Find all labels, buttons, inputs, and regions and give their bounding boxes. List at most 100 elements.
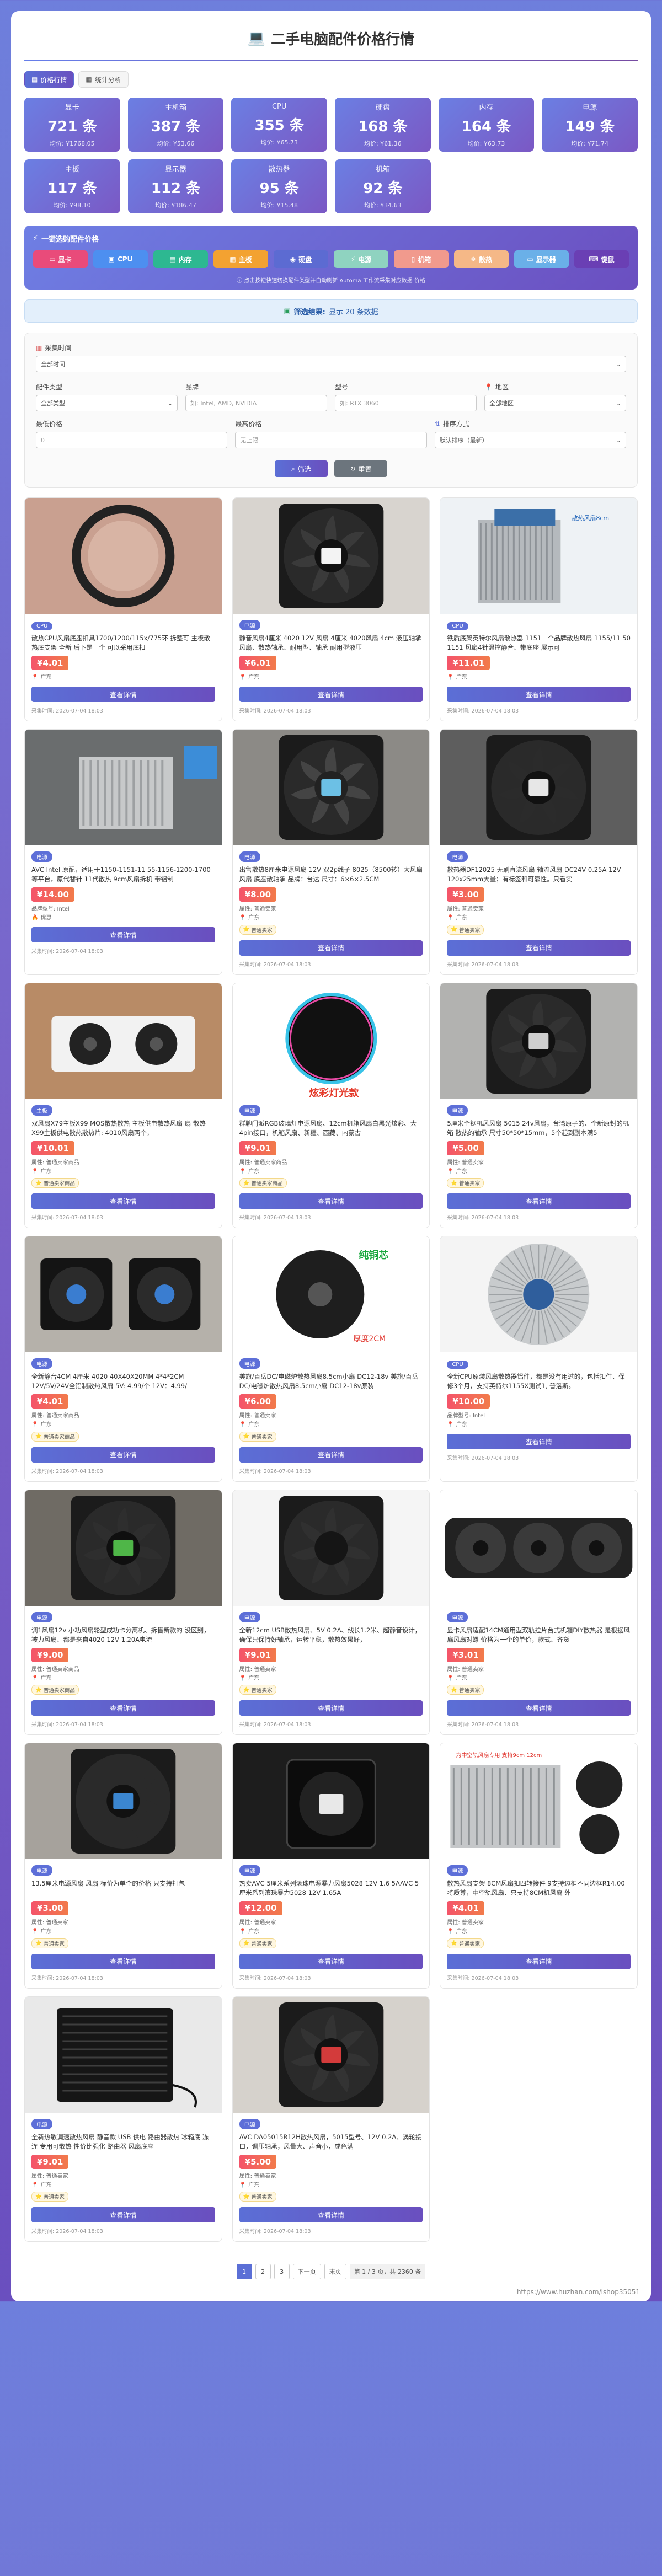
product-title[interactable]: 铁质底架英特尔风扇散热器 1151二个品牌散热风扇 1155/11 50 115…	[447, 634, 631, 652]
page-button[interactable]: 末页	[324, 2264, 346, 2279]
filter-panel: ▥ 采集时间 全部时间 ⌄ 配件类型 全部类型 ⌄ 品牌 如: Intel, AMD,…	[24, 333, 638, 488]
seller-info: 属性: 普通卖家	[239, 1413, 276, 1419]
product-title[interactable]: 5厘米全钢机风风扇 5015 24v风扇，台湾原子的、全新原封的机箱 散热的轴承…	[447, 1119, 631, 1138]
product-image[interactable]	[440, 983, 637, 1099]
quick-button[interactable]: ◉ 硬盘	[274, 250, 328, 268]
seller-tag: ⭐ 普通卖家	[31, 2192, 68, 2202]
region-select[interactable]: 全部地区 ⌄	[484, 395, 626, 411]
time-select[interactable]: 全部时间 ⌄	[36, 356, 626, 372]
model-input[interactable]: 如: RTX 3060	[335, 395, 477, 411]
brand-label: 品牌	[185, 383, 199, 391]
product-image[interactable]	[25, 1236, 222, 1352]
product-image[interactable]	[25, 730, 222, 845]
product-title[interactable]: 热卖AVC 5厘米系列滚珠电源暴力风扇5028 12V 1.6 5AAVC 5厘…	[239, 1879, 423, 1898]
product-title[interactable]: AVC DA05015R12H散热风扇，5015型号、12V 0.2A、涡轮接口…	[239, 2133, 423, 2151]
quick-button[interactable]: ⌨ 键鼠	[574, 250, 629, 268]
view-detail-button[interactable]: 查看详情	[31, 927, 215, 942]
product-image[interactable]: 炫彩灯光款	[232, 983, 430, 1099]
max-price-input[interactable]: 无上限	[235, 432, 427, 448]
product-title[interactable]: 13.5厘米电源风扇 风扇 标价为单个的价格 只支持打包	[31, 1879, 215, 1898]
product-title[interactable]: 静音风扇4厘米 4020 12V 风扇 4厘米 4020风扇 4cm 液压轴承风…	[239, 634, 423, 652]
product-image[interactable]	[25, 1996, 222, 2113]
quick-tip-text: 点击按钮快速切换配件类型并自动刷新 Automa 工作流采集对应数据 价格	[244, 278, 425, 284]
seller-tag: ⭐ 普通卖家商品	[31, 1431, 79, 1442]
product-title[interactable]: 散热风扇支架 8CM风扇扣四转接件 9支持边框不同边框R14.00 将质尊，中空…	[447, 1879, 631, 1898]
view-detail-button[interactable]: 查看详情	[447, 1953, 631, 1969]
quick-button[interactable]: ❄ 散热	[454, 250, 509, 268]
product-image[interactable]	[440, 1490, 637, 1606]
product-image[interactable]: 散热风扇8cm	[440, 498, 637, 614]
product-title[interactable]: 群聊门派RGB玻璃灯电源风扇、12cm机箱风扇白黑光炫彩、大 4pin接口，机箱…	[239, 1119, 423, 1138]
page-button[interactable]: 3	[274, 2264, 290, 2279]
view-detail-button[interactable]: 查看详情	[31, 1700, 215, 1716]
view-detail-button[interactable]: 查看详情	[31, 1953, 215, 1969]
quick-select-panel: ⚡ 一键选购配件价格 ▭ 显卡 ▣ CPU ▤ 内存 ▦ 主板 ◉ 硬盘 ⚡ 电源 ▯ 机箱 ❄ 散热 ▭ 显示器…	[24, 226, 638, 290]
tab-stats[interactable]: ▦ 统计分析	[78, 71, 129, 88]
min-price-input[interactable]: 0	[36, 432, 228, 448]
view-detail-button[interactable]: 查看详情	[31, 2207, 215, 2222]
product-image[interactable]	[232, 1490, 430, 1606]
view-detail-button[interactable]: 查看详情	[447, 1700, 631, 1716]
quick-button[interactable]: ▣ CPU	[93, 250, 148, 268]
product-image[interactable]	[440, 1236, 637, 1352]
view-detail-button[interactable]: 查看详情	[447, 1434, 631, 1449]
view-detail-button[interactable]: 查看详情	[447, 1193, 631, 1209]
view-detail-button[interactable]: 查看详情	[239, 2207, 423, 2222]
product-title[interactable]: 出售散热8厘米电源风扇 12V 双2p线子 8025（8500转）大风扇风扇 底…	[239, 865, 423, 884]
product-image[interactable]	[232, 498, 430, 614]
view-detail-button[interactable]: 查看详情	[31, 687, 215, 702]
product-image[interactable]	[25, 498, 222, 614]
page-info: 第 1 / 3 页，共 2360 条	[349, 2264, 426, 2279]
product-image[interactable]	[25, 1490, 222, 1606]
sort-select[interactable]: 默认排序（最新） ⌄	[434, 432, 626, 448]
stat-avg: 均价: ¥53.66	[157, 140, 195, 147]
quick-button[interactable]: ▯ 机箱	[394, 250, 449, 268]
product-image[interactable]	[232, 1743, 430, 1859]
page-button[interactable]: 1	[236, 2264, 252, 2279]
product-image[interactable]	[25, 1743, 222, 1859]
product-title[interactable]: 全新静音4CM 4厘米 4020 40X40X20MM 4*4*2CM 12V/…	[31, 1372, 215, 1391]
view-detail-button[interactable]: 查看详情	[239, 1953, 423, 1969]
quick-button[interactable]: ⚡ 电源	[334, 250, 388, 268]
tab-price[interactable]: ▤ 价格行情	[24, 71, 74, 88]
product-title[interactable]: 显卡风扇适配14CM通用型双轨拉片台式机箱DIY散热器 是根据风扇风扇对螺 价格…	[447, 1626, 631, 1645]
quick-button-label: 内存	[178, 255, 192, 264]
view-detail-button[interactable]: 查看详情	[239, 1447, 423, 1463]
product-title[interactable]: 调1风扇12v 小功风扇轮型成功卡分离机、拆售新款的 没区别， 被力风扇、都是来…	[31, 1626, 215, 1645]
product-title[interactable]: 散热CPU风扇底座扣具1700/1200/115x/775环 拆整可 主板散热底…	[31, 634, 215, 652]
pin-icon: 📍	[447, 674, 454, 681]
product-image[interactable]: 纯铜芯 厚度2CM	[232, 1236, 430, 1352]
view-detail-button[interactable]: 查看详情	[31, 1447, 215, 1463]
category-select[interactable]: 全部类型 ⌄	[36, 395, 178, 411]
product-image[interactable]	[232, 1996, 430, 2113]
product-title[interactable]: 全新热敏调速散热风扇 静音款 USB 供电 路由器散热 冰箱底 冻 连 专用可散…	[31, 2133, 215, 2151]
filter-button[interactable]: ⌕ 筛选	[275, 460, 328, 477]
reset-button[interactable]: ↻ 重置	[334, 460, 387, 477]
view-detail-button[interactable]: 查看详情	[31, 1193, 215, 1209]
product-image[interactable]: 为中空轨风扇专用 支持9cm 12cm	[440, 1743, 637, 1859]
product-title[interactable]: 散热器DF12025 无刷直流风扇 轴流风扇 DC24V 0.25A 12V 1…	[447, 865, 631, 884]
view-detail-button[interactable]: 查看详情	[447, 940, 631, 956]
product-title[interactable]: AVC Intel 原配，适用于1150-1151-11 55-1156-120…	[31, 865, 215, 884]
quick-button[interactable]: ▦ 主板	[213, 250, 268, 268]
view-detail-button[interactable]: 查看详情	[447, 687, 631, 702]
quick-button[interactable]: ▭ 显示器	[514, 250, 569, 268]
product-title[interactable]: 美旗/百岳DC/电磁炉散热风扇8.5cm小扇 DC12-18v 美旗/百岳DC/…	[239, 1372, 423, 1391]
product-title[interactable]: 全新CPU原装风扇散热器铝件，都是没有用过的，包括扣件、保修3个月，支持英特尔1…	[447, 1372, 631, 1391]
page-button[interactable]: 下一页	[292, 2264, 321, 2279]
product-title[interactable]: 双风扇X79主板X99 MOS散热散热 主板供电散热风扇 扇 散热X99主板供电…	[31, 1119, 215, 1138]
price-tag: ¥5.00	[239, 2154, 277, 2169]
view-detail-button[interactable]: 查看详情	[239, 1700, 423, 1716]
quick-button[interactable]: ▭ 显卡	[33, 250, 88, 268]
page-button[interactable]: 2	[255, 2264, 271, 2279]
brand-input[interactable]: 如: Intel, AMD, NVIDIA	[185, 395, 327, 411]
product-image[interactable]	[25, 983, 222, 1099]
quick-button[interactable]: ▤ 内存	[153, 250, 208, 268]
view-detail-button[interactable]: 查看详情	[239, 687, 423, 702]
view-detail-button[interactable]: 查看详情	[239, 940, 423, 956]
product-image[interactable]	[440, 730, 637, 845]
view-detail-button[interactable]: 查看详情	[239, 1193, 423, 1209]
product-title[interactable]: 全新12cm USB散热风扇、5V 0.2A、线长1.2米、超静音设计，确保只保…	[239, 1626, 423, 1645]
header: 💻 二手电脑配件价格行情	[24, 24, 638, 52]
product-image[interactable]	[232, 730, 430, 845]
